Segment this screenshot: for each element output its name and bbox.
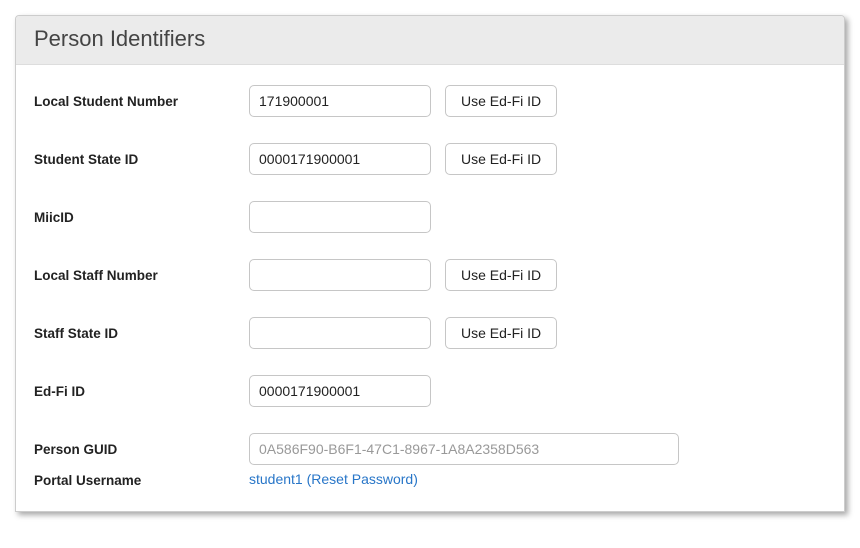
reset-password-link[interactable]: Reset Password bbox=[311, 471, 413, 487]
panel-body: Local Student Number Use Ed-Fi ID Studen… bbox=[16, 65, 844, 511]
panel-header: Person Identifiers bbox=[16, 16, 844, 65]
use-edfi-button-local-staff-number[interactable]: Use Ed-Fi ID bbox=[445, 259, 557, 291]
input-local-student-number[interactable] bbox=[249, 85, 431, 117]
row-staff-state-id: Staff State ID Use Ed-Fi ID bbox=[34, 317, 826, 349]
label-portal-username: Portal Username bbox=[34, 473, 249, 488]
panel-title: Person Identifiers bbox=[34, 26, 826, 52]
input-miic-id[interactable] bbox=[249, 201, 431, 233]
row-person-guid: Person GUID bbox=[34, 433, 826, 465]
paren-open: ( bbox=[303, 471, 312, 487]
label-miic-id: MiicID bbox=[34, 210, 249, 225]
row-portal-username: Portal Username student1 (Reset Password… bbox=[34, 471, 826, 489]
portal-username-container: student1 (Reset Password) bbox=[249, 471, 418, 489]
row-local-staff-number: Local Staff Number Use Ed-Fi ID bbox=[34, 259, 826, 291]
label-student-state-id: Student State ID bbox=[34, 152, 249, 167]
row-student-state-id: Student State ID Use Ed-Fi ID bbox=[34, 143, 826, 175]
paren-close: ) bbox=[413, 471, 418, 487]
input-person-guid bbox=[249, 433, 679, 465]
label-local-staff-number: Local Staff Number bbox=[34, 268, 249, 283]
input-staff-state-id[interactable] bbox=[249, 317, 431, 349]
use-edfi-button-staff-state-id[interactable]: Use Ed-Fi ID bbox=[445, 317, 557, 349]
use-edfi-button-local-student-number[interactable]: Use Ed-Fi ID bbox=[445, 85, 557, 117]
row-edfi-id: Ed-Fi ID bbox=[34, 375, 826, 407]
input-edfi-id[interactable] bbox=[249, 375, 431, 407]
label-person-guid: Person GUID bbox=[34, 442, 249, 457]
portal-username-link[interactable]: student1 bbox=[249, 471, 303, 487]
label-staff-state-id: Staff State ID bbox=[34, 326, 249, 341]
label-local-student-number: Local Student Number bbox=[34, 94, 249, 109]
use-edfi-button-student-state-id[interactable]: Use Ed-Fi ID bbox=[445, 143, 557, 175]
input-local-staff-number[interactable] bbox=[249, 259, 431, 291]
label-edfi-id: Ed-Fi ID bbox=[34, 384, 249, 399]
input-student-state-id[interactable] bbox=[249, 143, 431, 175]
row-miic-id: MiicID bbox=[34, 201, 826, 233]
row-local-student-number: Local Student Number Use Ed-Fi ID bbox=[34, 85, 826, 117]
person-identifiers-panel: Person Identifiers Local Student Number … bbox=[15, 15, 845, 512]
